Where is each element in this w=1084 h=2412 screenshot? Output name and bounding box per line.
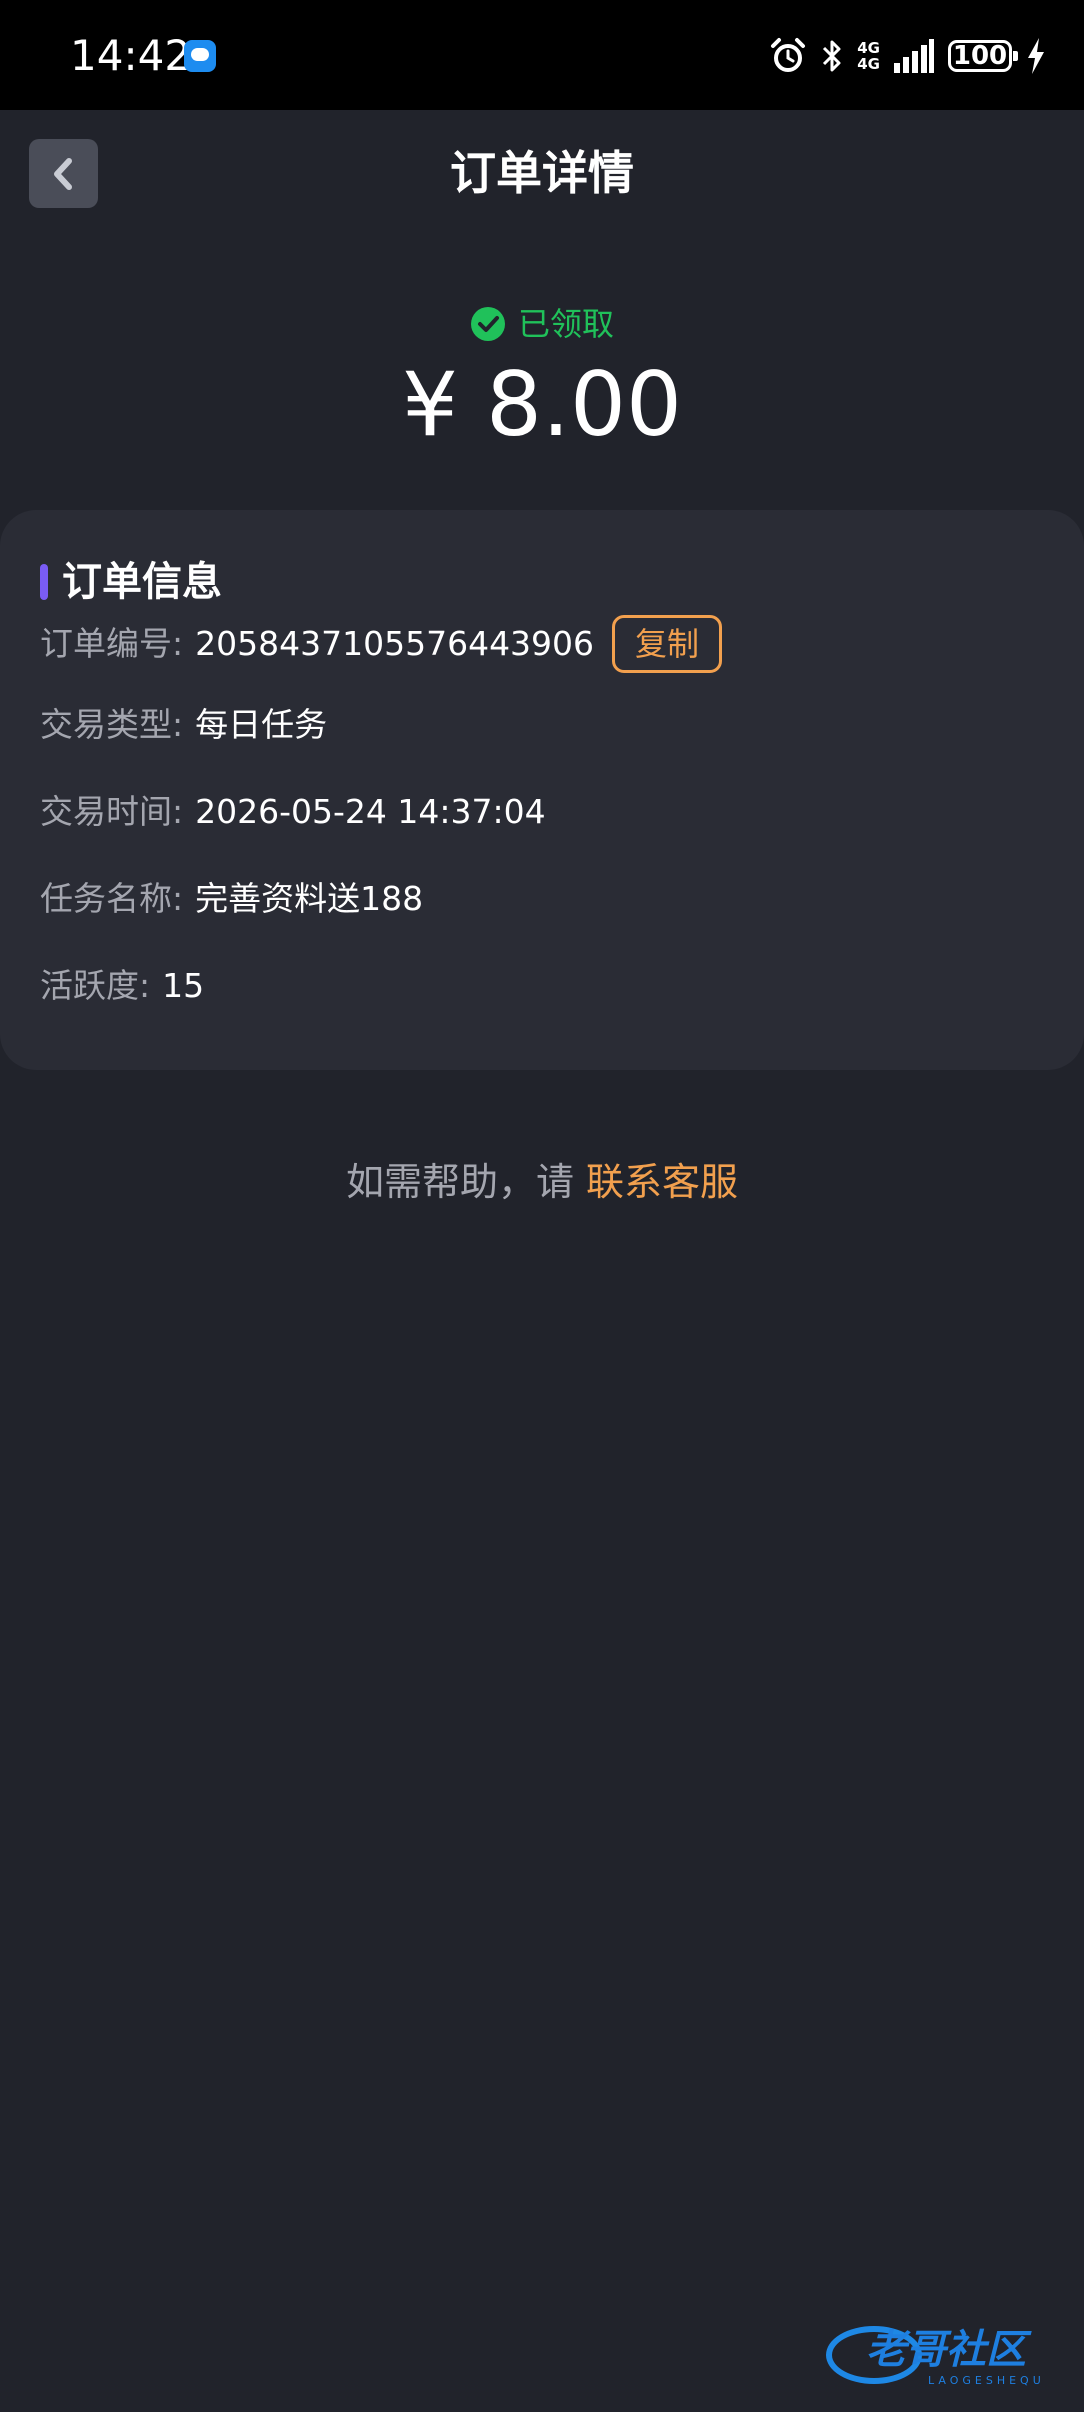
info-label: 交易时间: [40, 792, 184, 831]
check-circle-icon [470, 307, 505, 341]
card-title: 订单信息 [62, 559, 222, 605]
watermark-text: 老哥社区 [866, 2327, 1026, 2373]
order-info-card: 订单信息 订单编号: 2058437105576443906 复制 交易类型: … [0, 510, 1084, 1070]
status-icons: 4G 4G 100 [769, 30, 1046, 82]
contact-support-link[interactable]: 联系客服 [586, 1160, 738, 1204]
battery-icon: 100 [948, 40, 1018, 72]
network-indicator: 4G 4G [857, 40, 880, 72]
order-status: 已领取 [0, 300, 1084, 348]
network-label: 4G [857, 39, 880, 57]
signal-icon [894, 39, 934, 73]
info-row-order-number: 订单编号: 2058437105576443906 复制 [40, 615, 723, 673]
bolt-icon [1028, 38, 1044, 74]
watermark-subtext: LAOGESHEQU [928, 2374, 1045, 2387]
info-label: 任务名称: [40, 879, 184, 918]
network-sub-label: 4G [857, 55, 880, 73]
alarm-icon [771, 38, 806, 72]
help-row: 如需帮助，请 联系客服 [0, 1152, 1084, 1212]
order-number-value: 2058437105576443906 [195, 624, 595, 663]
info-row-trade-type: 交易类型: 每日任务 [40, 700, 327, 750]
status-bar: 14:42 4G 4G 100 [0, 0, 1084, 110]
card-header: 订单信息 [40, 540, 222, 624]
status-time: 14:42 [70, 31, 192, 80]
page-title: 订单详情 [450, 146, 634, 200]
copy-button[interactable]: 复制 [612, 615, 723, 673]
trade-type-value: 每日任务 [195, 705, 328, 744]
order-amount: ¥ 8.00 [402, 353, 682, 456]
task-name-value: 完善资料送188 [195, 879, 424, 918]
info-row-task-name: 任务名称: 完善资料送188 [40, 874, 423, 924]
info-label: 交易类型: [40, 705, 184, 744]
watermark-logo: 老哥社区 LAOGESHEQU [826, 2322, 1066, 2390]
status-text: 已领取 [517, 305, 614, 343]
trade-time-value: 2026-05-24 14:37:04 [195, 792, 546, 831]
help-text: 如需帮助，请 [345, 1160, 587, 1204]
message-icon [184, 40, 216, 72]
bluetooth-icon [823, 40, 841, 72]
info-row-activity: 活跃度: 15 [40, 961, 204, 1011]
info-row-trade-time: 交易时间: 2026-05-24 14:37:04 [40, 787, 546, 837]
activity-value: 15 [162, 966, 205, 1005]
info-label: 订单编号: [40, 624, 184, 663]
card-title-accent [40, 564, 48, 600]
info-label: 活跃度: [40, 966, 151, 1005]
header: 订单详情 [0, 110, 1084, 240]
